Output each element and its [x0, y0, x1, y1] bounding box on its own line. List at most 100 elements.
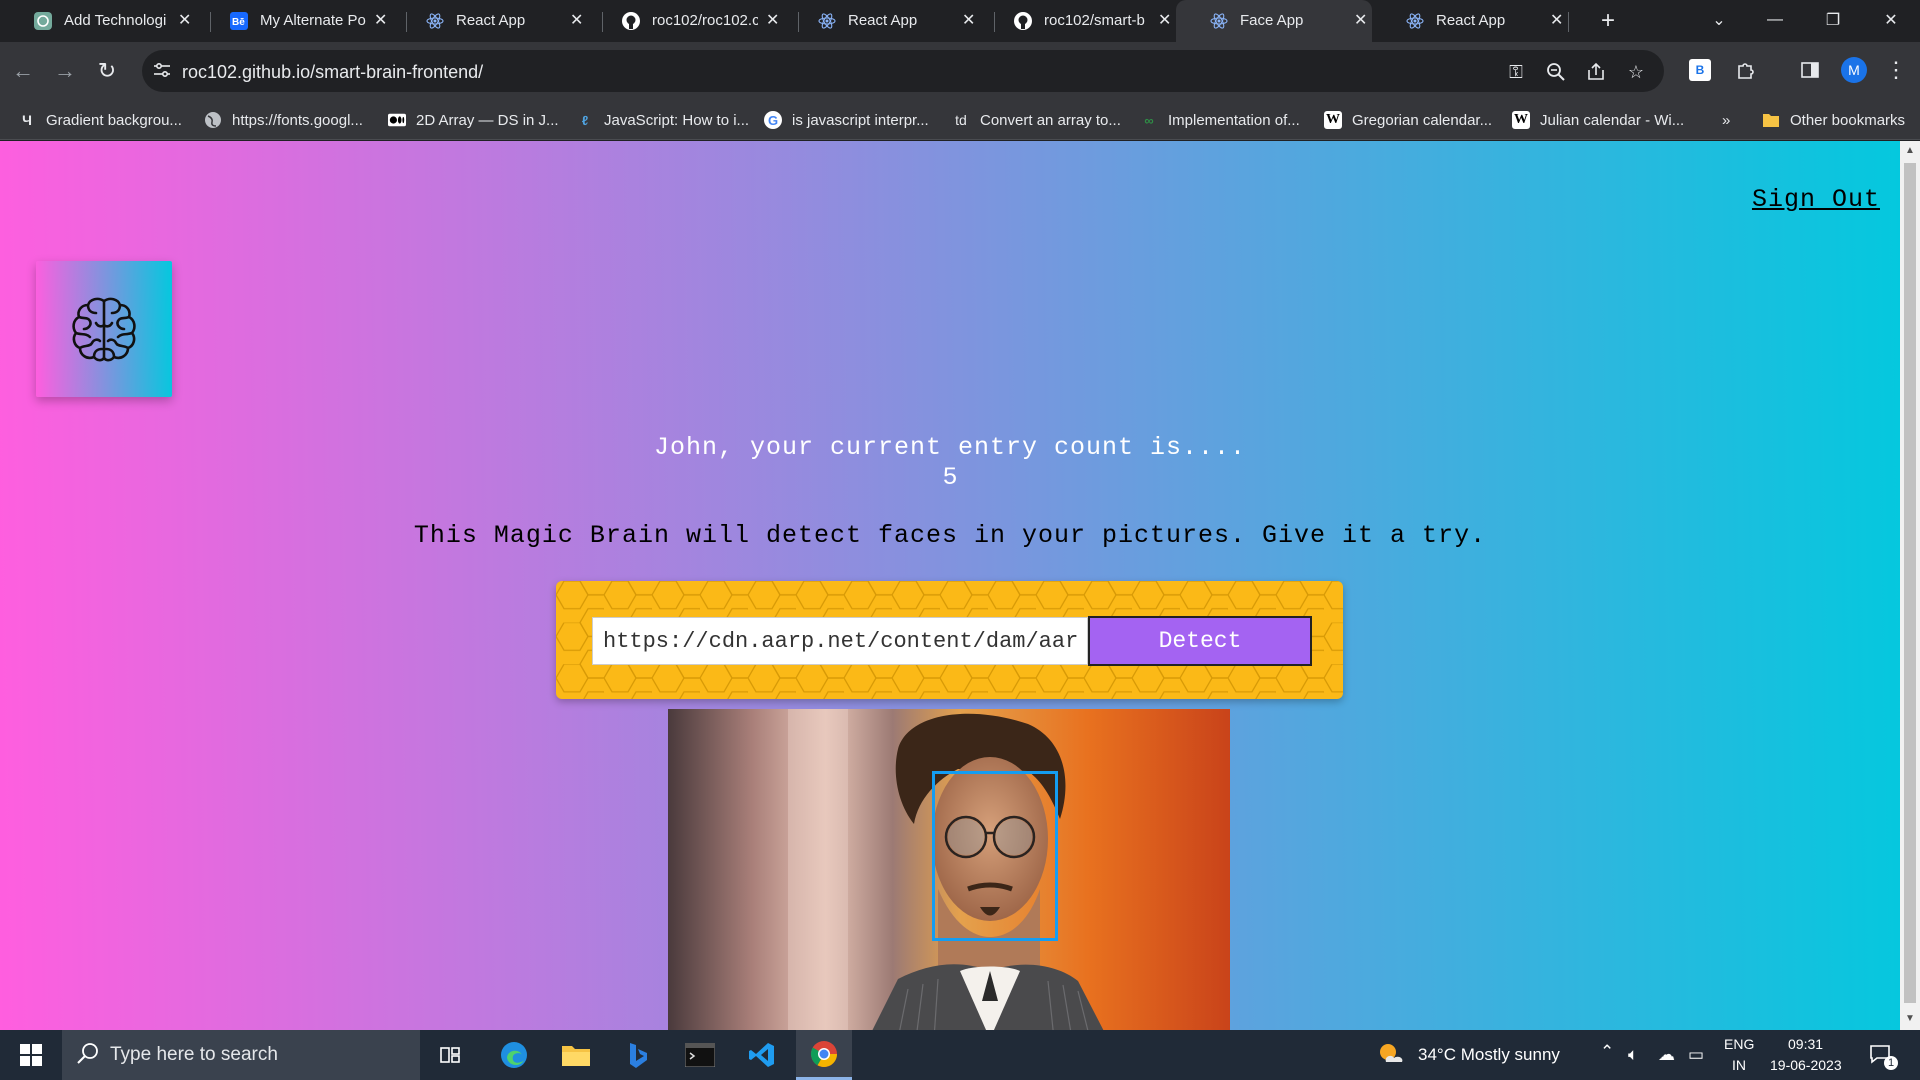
tab-close-icon[interactable]: ✕ [178, 10, 191, 30]
bookmark-item[interactable]: W Julian calendar - Wi... [1512, 109, 1684, 131]
share-icon[interactable] [1584, 60, 1608, 84]
minimize-button[interactable]: — [1752, 0, 1798, 40]
terminal-icon[interactable] [672, 1030, 728, 1080]
bookmark-label: Gregorian calendar... [1352, 111, 1493, 129]
sign-out-link[interactable]: Sign Out [1752, 185, 1880, 214]
tab-search-chevron-icon[interactable]: ⌄ [1696, 0, 1742, 40]
address-bar[interactable]: roc102.github.io/smart-brain-frontend/ ⚿… [142, 50, 1664, 92]
tab-close-icon[interactable]: ✕ [1354, 10, 1367, 30]
image-url-input[interactable] [592, 617, 1088, 665]
other-bookmarks-folder[interactable]: Other bookmarks [1762, 109, 1905, 131]
tab-react-app-2[interactable]: React App ✕ [784, 0, 980, 42]
bookmark-item[interactable]: G is javascript interpr... [764, 109, 929, 131]
tab-smart-brain-repo[interactable]: roc102/smart-b ✕ [980, 0, 1176, 42]
brain-icon [72, 297, 136, 362]
react-icon [426, 13, 444, 29]
link-icon: ℓ [581, 112, 589, 128]
github-icon [1014, 12, 1032, 30]
tab-title: React App [848, 12, 918, 29]
search-icon [77, 1043, 98, 1064]
folder-icon [1762, 111, 1780, 129]
weather-icon[interactable] [1378, 1042, 1406, 1071]
tab-close-icon[interactable]: ✕ [374, 10, 387, 30]
clock-date[interactable]: 19-06-2023 [1770, 1057, 1842, 1073]
bookmark-item[interactable]: td Convert an array to... [952, 109, 1121, 131]
onedrive-icon[interactable]: ☁︎ [1658, 1045, 1675, 1065]
tab-close-icon[interactable]: ✕ [766, 10, 779, 30]
bookmark-item[interactable]: ℓ JavaScript: How to i... [576, 109, 749, 131]
page-viewport: Sign Out John, your current entry count … [0, 141, 1900, 1030]
face-bounding-box [932, 771, 1058, 941]
scrollbar-thumb[interactable] [1904, 163, 1916, 1003]
bookmark-item[interactable]: Ч Gradient backgrou... [18, 109, 182, 131]
bookmark-label: JavaScript: How to i... [604, 111, 750, 129]
vscode-icon[interactable] [734, 1030, 790, 1080]
uh-icon: Ч [22, 112, 32, 128]
extension-b-icon[interactable]: B [1686, 56, 1714, 84]
notification-count-badge: 1 [1884, 1056, 1898, 1070]
taskbar-search-box[interactable]: Type here to search [62, 1030, 420, 1080]
extensions-puzzle-icon[interactable] [1732, 56, 1760, 84]
language-bottom[interactable]: IN [1732, 1057, 1746, 1073]
bookmark-star-icon[interactable]: ☆ [1624, 60, 1648, 84]
back-button[interactable]: ← [6, 54, 40, 88]
file-explorer-icon[interactable] [548, 1030, 604, 1080]
task-view-icon[interactable] [422, 1030, 478, 1080]
tab-add-technologi[interactable]: Add Technologi ✕ [0, 0, 196, 42]
medium-icon [388, 111, 406, 129]
bookmark-item[interactable]: 2D Array — DS in J... [388, 109, 559, 131]
logo-card[interactable] [36, 261, 172, 397]
tab-title: React App [1436, 12, 1506, 29]
profile-initial: M [1841, 57, 1867, 83]
tab-close-icon[interactable]: ✕ [570, 10, 583, 30]
bookmark-item[interactable]: W Gregorian calendar... [1324, 109, 1492, 131]
chrome-menu-icon[interactable]: ⋮ [1882, 56, 1910, 84]
bookmark-item[interactable]: ∞ Implementation of... [1140, 109, 1299, 131]
tab-title: React App [456, 12, 526, 29]
tab-react-app-3[interactable]: React App ✕ [1372, 0, 1568, 42]
new-tab-button[interactable]: + [1588, 2, 1628, 40]
tab-my-alternate[interactable]: Bē My Alternate Po ✕ [196, 0, 392, 42]
detect-button[interactable]: Detect [1088, 616, 1312, 666]
clock-time[interactable]: 09:31 [1788, 1036, 1823, 1052]
key-icon[interactable]: ⚿ [1504, 60, 1528, 84]
scroll-down-arrow-icon[interactable]: ▼ [1904, 1013, 1916, 1025]
bookmark-label: Convert an array to... [980, 111, 1121, 129]
tab-react-app-1[interactable]: React App ✕ [392, 0, 588, 42]
tab-title: roc102/smart-b [1044, 12, 1145, 29]
tab-title: Face App [1240, 12, 1304, 29]
start-button[interactable] [0, 1030, 62, 1080]
language-top[interactable]: ENG [1724, 1036, 1754, 1052]
page-scrollbar[interactable]: ▲ ▼ [1900, 141, 1920, 1030]
restore-button[interactable]: ❐ [1810, 0, 1856, 40]
close-window-button[interactable]: ✕ [1868, 0, 1914, 40]
weather-text[interactable]: 34°C Mostly sunny [1418, 1045, 1560, 1065]
tab-strip: Add Technologi ✕ Bē My Alternate Po ✕ Re… [0, 0, 1920, 42]
rank-message: John, your current entry count is.... [653, 433, 1247, 462]
profile-avatar[interactable]: M [1840, 56, 1868, 84]
scroll-up-arrow-icon[interactable]: ▲ [1904, 145, 1916, 157]
side-panel-icon[interactable] [1796, 56, 1824, 84]
tab-close-icon[interactable]: ✕ [962, 10, 975, 30]
tab-roc102-repo[interactable]: roc102/roc102.c ✕ [588, 0, 784, 42]
tab-close-icon[interactable]: ✕ [1158, 10, 1171, 30]
tray-chevron-icon[interactable]: ⌃ [1600, 1042, 1614, 1062]
reload-button[interactable]: ↻ [90, 54, 124, 88]
site-settings-icon[interactable] [152, 60, 172, 80]
react-icon [818, 13, 836, 29]
tab-face-app[interactable]: Face App ✕ [1176, 0, 1372, 42]
bookmarks-overflow-button[interactable]: » [1722, 109, 1730, 131]
tab-close-icon[interactable]: ✕ [1550, 10, 1563, 30]
battery-icon[interactable]: ▭ [1688, 1045, 1704, 1065]
globe-icon [204, 111, 222, 129]
volume-icon[interactable]: 🔈︎ [1628, 1045, 1638, 1065]
bing-icon[interactable] [610, 1030, 666, 1080]
edge-icon[interactable] [486, 1030, 542, 1080]
zoom-icon[interactable] [1544, 60, 1568, 84]
forward-button[interactable]: → [48, 54, 82, 88]
chrome-taskbar-icon[interactable] [796, 1030, 852, 1080]
windows-taskbar: Type here to search 34°C Mostly sunny ⌃ … [0, 1030, 1920, 1080]
wikipedia-icon: W [1324, 111, 1342, 129]
bookmark-item[interactable]: https://fonts.googl... [204, 109, 363, 131]
tab-title: My Alternate Po [260, 12, 366, 29]
